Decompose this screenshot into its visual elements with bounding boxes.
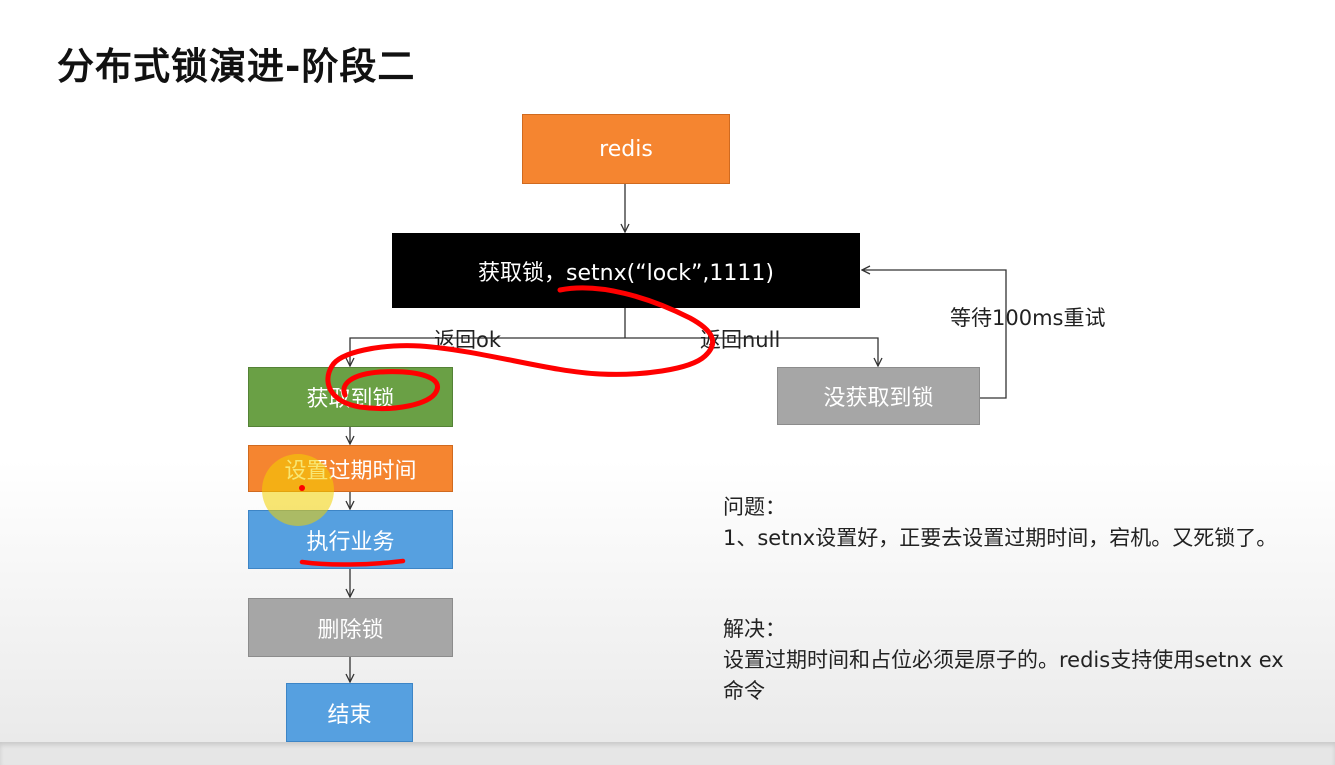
annotation-underline (299, 558, 406, 567)
annotation-scribble-loop (325, 285, 716, 412)
cursor-highlight (262, 454, 334, 526)
cursor-dot (299, 485, 305, 491)
annotation-layer (262, 285, 716, 567)
